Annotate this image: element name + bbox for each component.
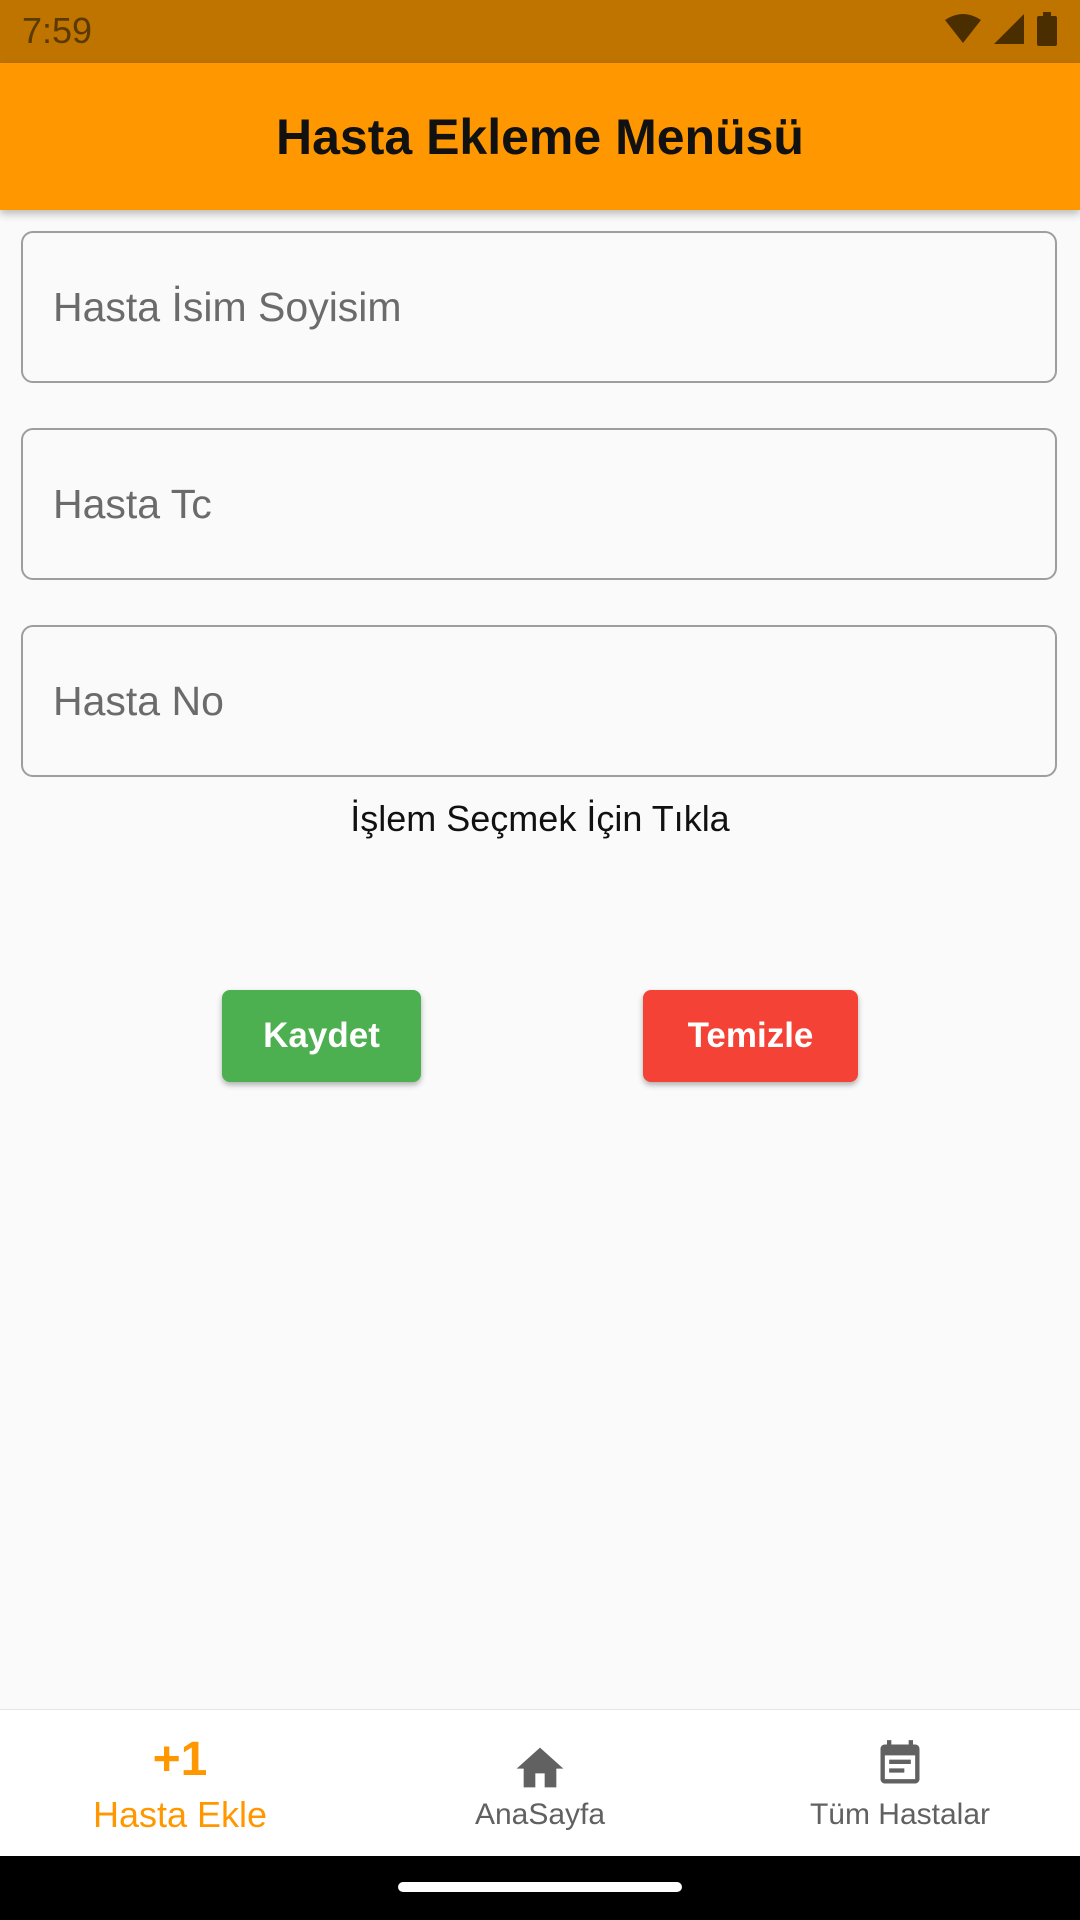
nav-label-all-patients: Tüm Hastalar — [809, 1797, 991, 1831]
status-icons — [944, 12, 1058, 46]
app-bar: Hasta Ekleme Menüsü — [0, 63, 1080, 210]
patient-tc-field[interactable] — [21, 428, 1057, 580]
battery-icon — [1037, 12, 1057, 46]
calendar-icon — [880, 1739, 920, 1783]
home-icon — [516, 1747, 564, 1787]
nav-label-home: AnaSayfa — [474, 1797, 606, 1831]
patient-no-field[interactable] — [21, 625, 1057, 777]
page-title: Hasta Ekleme Menüsü — [276, 108, 804, 165]
patient-name-input[interactable] — [23, 233, 1055, 381]
save-button[interactable]: Kaydet — [222, 990, 421, 1082]
plus-one-icon: +1 — [153, 1732, 208, 1788]
clear-button[interactable]: Temizle — [643, 990, 858, 1082]
nav-item-add-patient[interactable]: +1 Hasta Ekle — [0, 1710, 360, 1857]
nav-item-all-patients[interactable]: Tüm Hastalar — [720, 1710, 1080, 1857]
wifi-icon — [945, 14, 981, 43]
patient-name-field[interactable] — [21, 231, 1057, 383]
status-bar: 7:59 — [0, 0, 1080, 63]
status-time: 7:59 — [22, 10, 93, 51]
plus-one-text: +1 — [152, 1732, 208, 1786]
cell-signal-icon — [994, 14, 1024, 44]
nav-label-add-patient: Hasta Ekle — [92, 1793, 268, 1835]
home-gesture-handle[interactable] — [398, 1882, 682, 1892]
nav-item-home[interactable]: AnaSayfa — [360, 1710, 720, 1857]
patient-tc-input[interactable] — [23, 430, 1055, 578]
patient-no-input[interactable] — [23, 627, 1055, 775]
system-navigation-bar — [0, 1856, 1080, 1920]
bottom-navigation: +1 Hasta Ekle AnaSayfa Tüm Hastalar — [0, 1709, 1080, 1857]
select-operation-link[interactable]: İşlem Seçmek İçin Tıkla — [0, 798, 1080, 840]
